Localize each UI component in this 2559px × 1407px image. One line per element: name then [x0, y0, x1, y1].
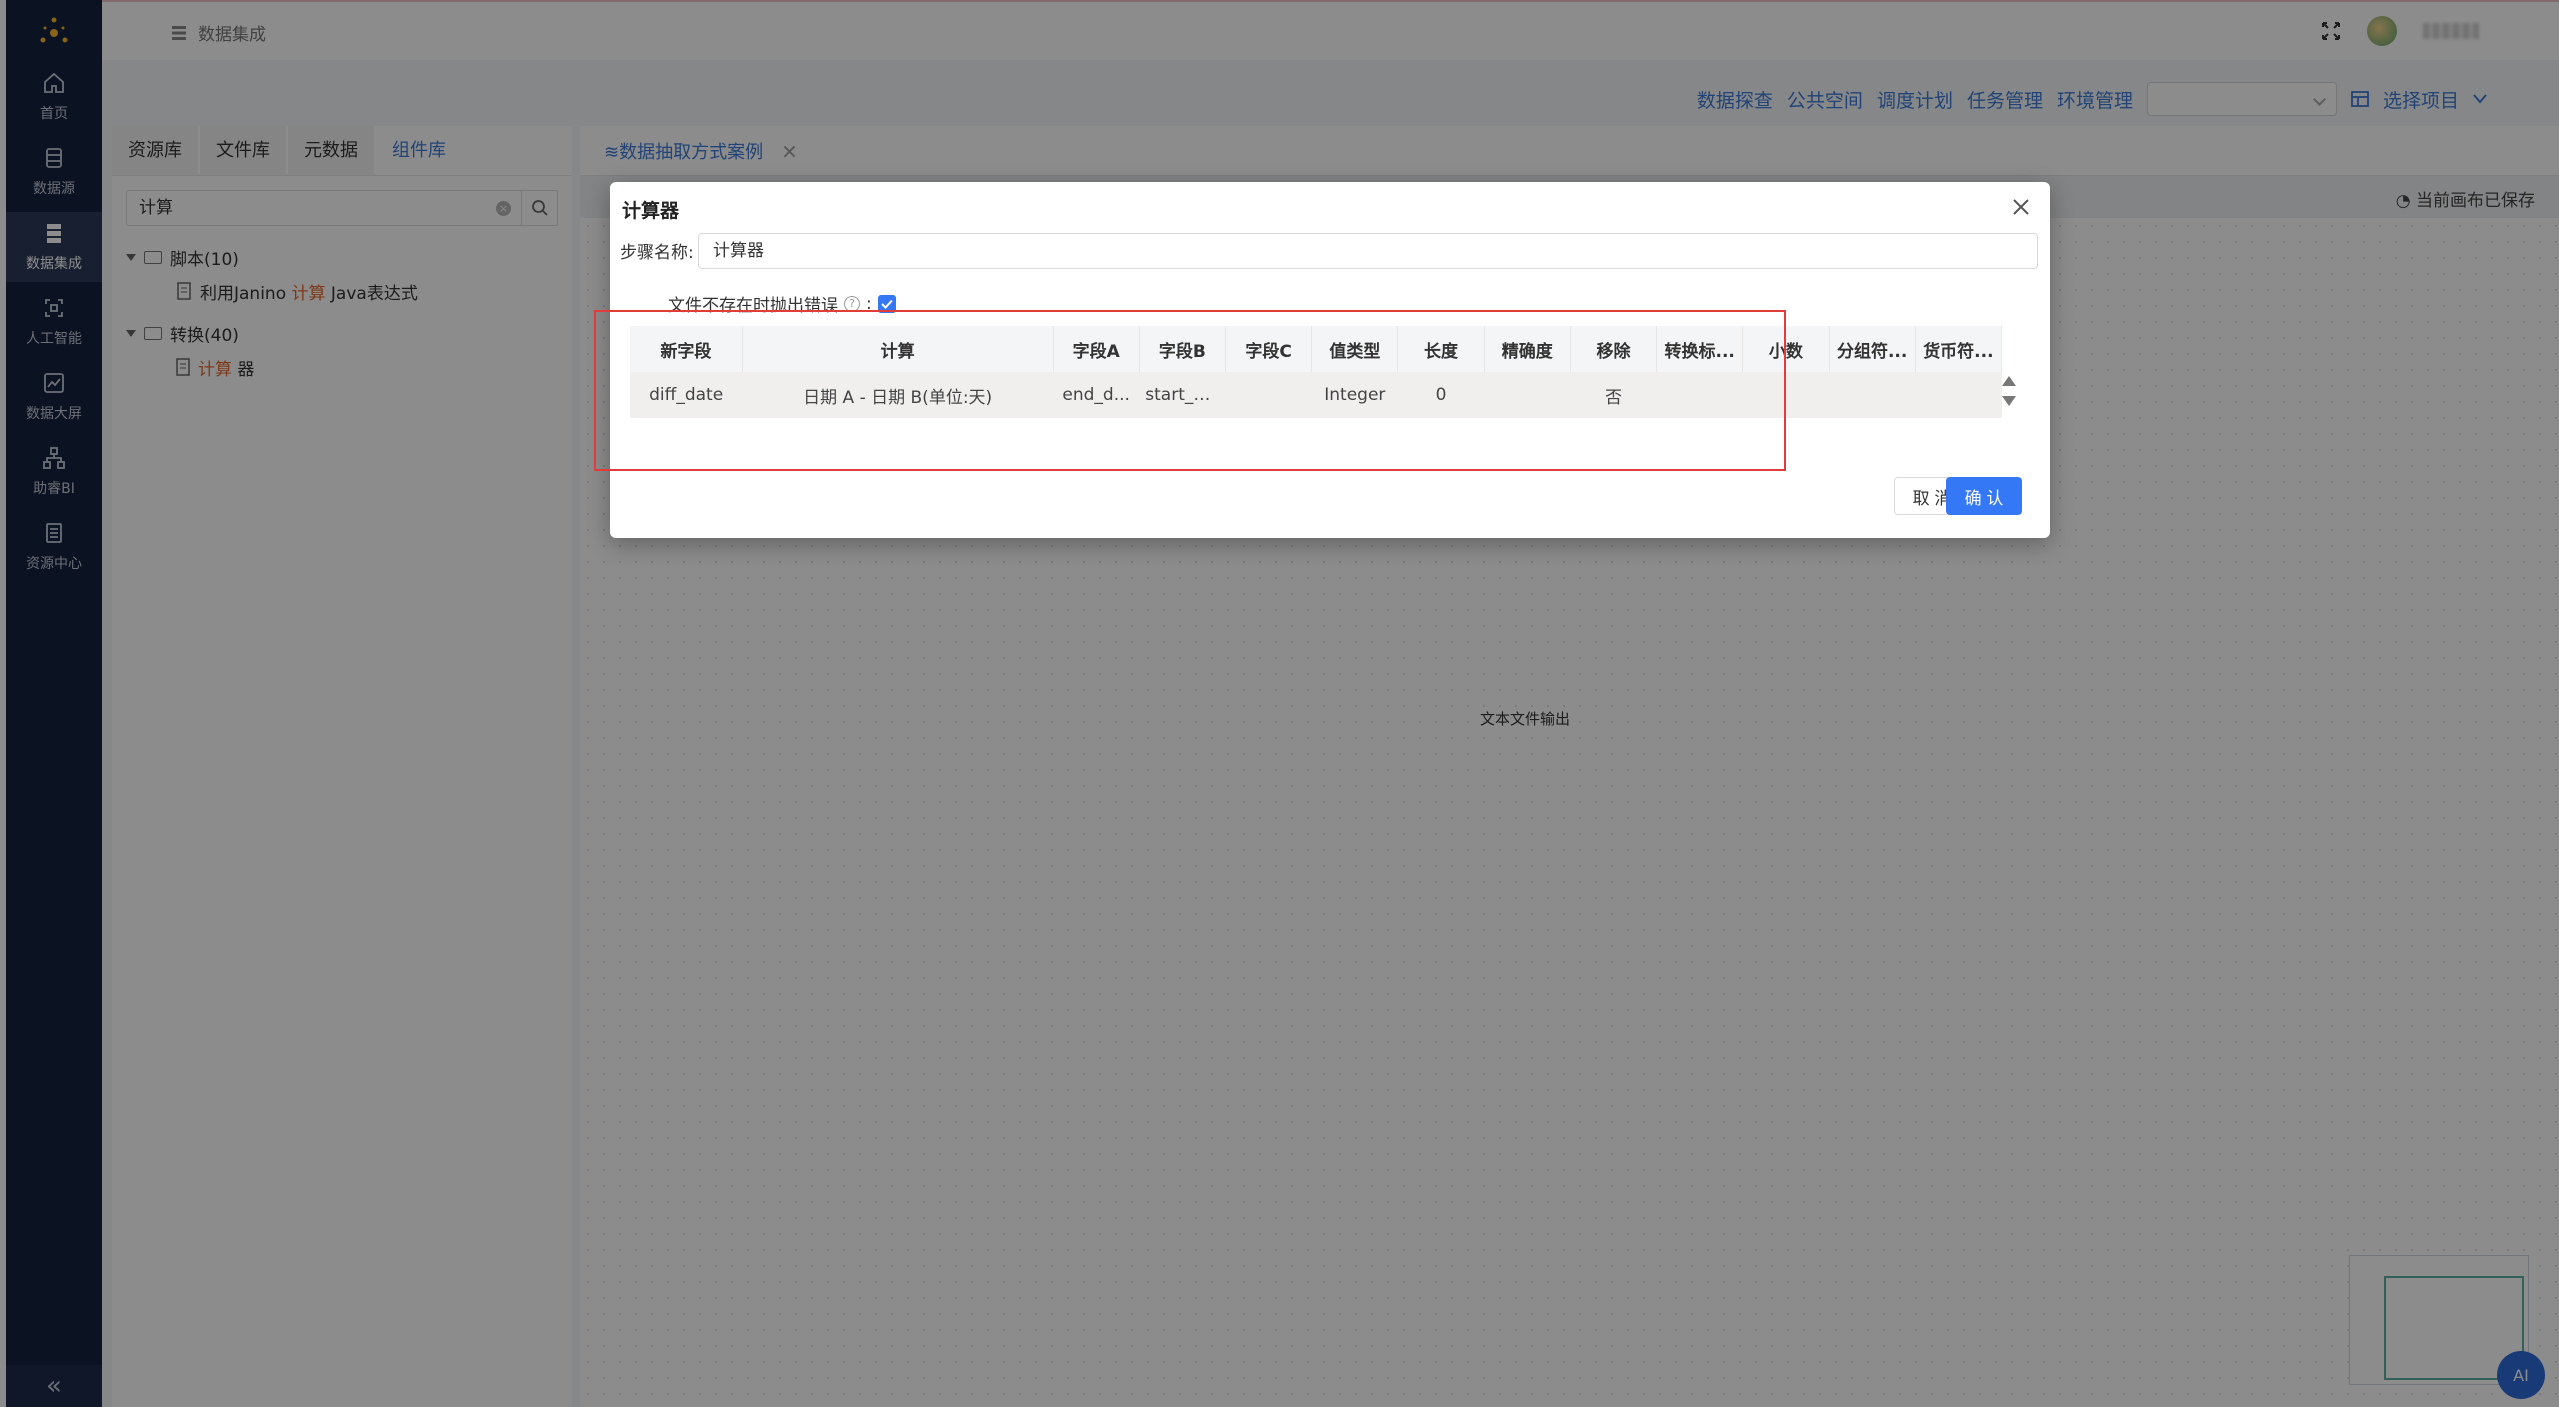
step-name-label: 步骤名称:	[620, 243, 694, 263]
cell-currency[interactable]	[1915, 372, 2002, 418]
table-scroll-arrows	[2002, 376, 2016, 406]
step-name-input[interactable]: 计算器	[698, 233, 2038, 269]
scroll-down-icon[interactable]	[2002, 396, 2016, 406]
check-icon	[881, 299, 893, 309]
cell-grouping[interactable]	[1829, 372, 1916, 418]
close-icon[interactable]	[2010, 196, 2032, 218]
annotation-highlight-box	[594, 310, 1786, 471]
dialog-title: 计算器	[622, 200, 680, 222]
confirm-button[interactable]: 确 认	[1946, 477, 2022, 515]
col-header[interactable]: 分组符...	[1829, 326, 1916, 372]
scroll-up-icon[interactable]	[2002, 376, 2016, 386]
col-header[interactable]: 货币符...	[1915, 326, 2003, 372]
